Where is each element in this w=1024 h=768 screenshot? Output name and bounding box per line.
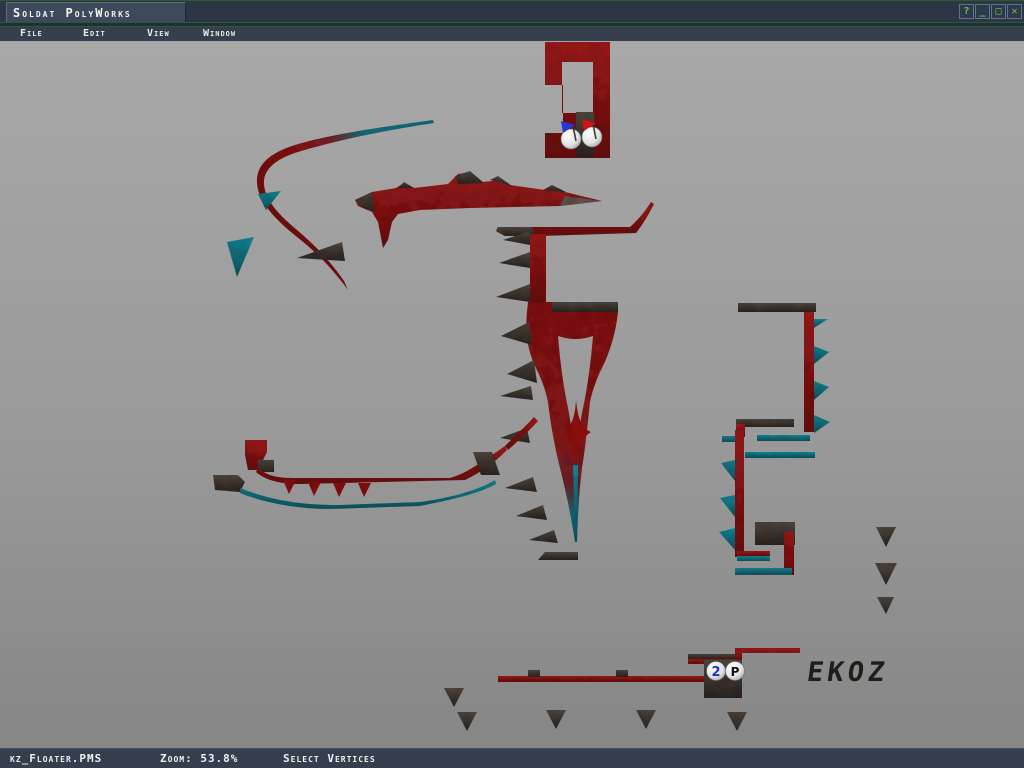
map-polygon-plat-red[interactable] <box>256 446 507 484</box>
map-polygon-dark-spike[interactable] <box>297 242 345 261</box>
map-polygon-rbar-top[interactable] <box>738 303 816 312</box>
map-polygon-spike[interactable] <box>500 386 533 400</box>
status-mode: Select Vertices <box>283 749 376 768</box>
map-polygon-spike[interactable] <box>516 505 547 520</box>
spawn-p-label: P <box>731 665 740 679</box>
map-polygon-hourglass-shadow[interactable] <box>552 302 618 312</box>
map-polygon-rubble[interactable] <box>727 712 747 731</box>
title-panel: Soldat PolyWorks <box>6 2 186 23</box>
map-polygon-teal-step[interactable] <box>814 381 829 400</box>
map-polygon-rcolumn2[interactable] <box>735 430 744 557</box>
map-polygon-rubble[interactable] <box>546 710 566 729</box>
map-polygon-spike[interactable] <box>501 322 532 345</box>
map-polygon-plat-rise[interactable] <box>505 417 538 450</box>
map-polygon-peak[interactable] <box>398 182 414 188</box>
map-polygon-plat-spike[interactable] <box>333 483 346 497</box>
menu-item-window[interactable]: Window <box>203 27 236 41</box>
map-polygon-rail-bump[interactable] <box>616 670 628 677</box>
map-polygon-rubble[interactable] <box>877 597 894 614</box>
minimize-button[interactable]: _ <box>975 4 990 19</box>
map-polygon-column[interactable] <box>530 234 546 304</box>
status-filename: kz_Floater.PMS <box>10 749 102 768</box>
menu-item-view[interactable]: View <box>147 27 170 41</box>
map-polygon-teal-step[interactable] <box>719 528 735 550</box>
map-polygon-spike[interactable] <box>507 360 537 383</box>
map-polygon-rubble[interactable] <box>444 688 464 707</box>
status-zoom: Zoom: 53.8% <box>160 749 238 768</box>
map-polygon-rubble[interactable] <box>457 712 477 731</box>
close-button[interactable]: ✕ <box>1007 4 1022 19</box>
map-polygon-spike[interactable] <box>529 530 558 543</box>
map-polygon-teal-line[interactable] <box>745 452 815 458</box>
map-canvas[interactable]: 2 P EKOZ <box>0 41 1024 748</box>
status-bar: kz_Floater.PMS Zoom: 53.8% Select Vertic… <box>0 748 1024 768</box>
map-polygon-peak[interactable] <box>455 171 484 184</box>
menu-bar: File Edit View Window <box>0 27 1024 41</box>
map-polygon-teal-step[interactable] <box>814 415 830 433</box>
map-polygon-rail-bump[interactable] <box>528 670 540 677</box>
spawn-2-label: 2 <box>711 665 720 680</box>
map-polygon-rcolumn[interactable] <box>804 312 814 432</box>
map-polygon-spike[interactable] <box>499 252 530 268</box>
map-polygon-teal-step[interactable] <box>721 460 735 481</box>
map-polygons[interactable] <box>213 42 897 731</box>
window-controls: ? _ □ ✕ <box>959 4 1022 19</box>
map-polygon-teal-line[interactable] <box>757 435 810 441</box>
menu-item-file[interactable]: File <box>20 27 43 41</box>
map-markers: 2 P EKOZ <box>561 119 890 688</box>
maximize-button[interactable]: □ <box>991 4 1006 19</box>
map-polygon-rubble[interactable] <box>636 710 656 729</box>
map-polygon-teal-step[interactable] <box>814 346 829 364</box>
menu-item-edit[interactable]: Edit <box>83 27 106 41</box>
map-polygon-plat-spike[interactable] <box>308 482 321 496</box>
map-polygon-teal-line[interactable] <box>735 568 792 575</box>
map-polygon-teal-step[interactable] <box>814 319 828 328</box>
map-polygon-rail-dark[interactable] <box>688 654 738 659</box>
map-polygon-spike[interactable] <box>505 477 537 492</box>
spawn-2-marker[interactable]: 2 <box>707 662 726 681</box>
titlebar: Soldat PolyWorks ? _ □ ✕ <box>0 0 1024 22</box>
map-polygon-terrain[interactable] <box>355 172 602 248</box>
map-polygon-teal-shard[interactable] <box>227 237 254 277</box>
map-polygon-teal-line[interactable] <box>722 436 735 442</box>
map-polygon-spike[interactable] <box>496 284 530 302</box>
help-button[interactable]: ? <box>959 4 974 19</box>
map-polygon-teal-step[interactable] <box>720 495 735 517</box>
map-polygon-rubble[interactable] <box>876 527 896 547</box>
spawn-p-marker[interactable]: P <box>726 662 745 681</box>
scenery-text-ekoz[interactable]: EKOZ <box>805 657 890 688</box>
map-polygon-teal-line[interactable] <box>737 556 770 561</box>
window-title: Soldat PolyWorks <box>13 6 132 20</box>
map-polygon-step[interactable] <box>538 552 578 560</box>
map-polygon-plat-spike[interactable] <box>358 483 371 497</box>
map-polygon-plat-spike[interactable] <box>283 480 296 494</box>
polyworks-window: Soldat PolyWorks ? _ □ ✕ File Edit View … <box>0 0 1024 768</box>
map-polygon-rail-step[interactable] <box>735 648 800 664</box>
map-polygon-rubble[interactable] <box>875 563 897 585</box>
